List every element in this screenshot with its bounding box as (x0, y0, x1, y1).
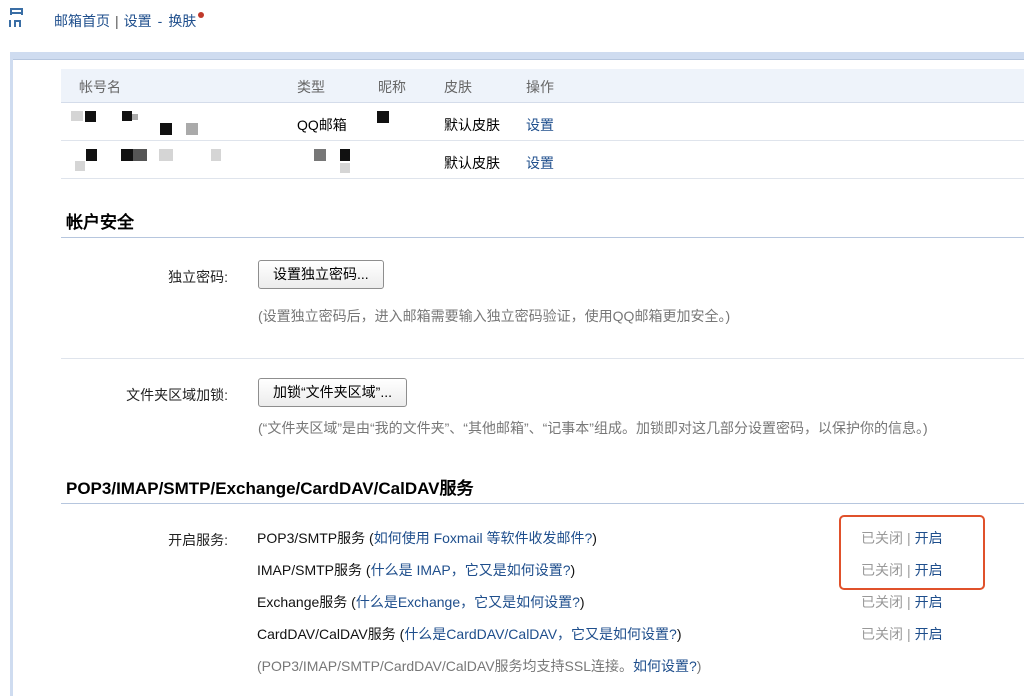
lock-folder-area-button[interactable]: 加锁“文件夹区域”... (258, 378, 407, 407)
section-divider (61, 237, 1024, 238)
paren-close: ) (579, 594, 585, 610)
enable-carddav-caldav-link[interactable]: 开启 (915, 626, 943, 642)
account-settings-link[interactable]: 设置 (526, 115, 554, 135)
account-settings-link[interactable]: 设置 (526, 153, 554, 173)
redacted-nickname (377, 111, 389, 123)
breadcrumb-separator: | (115, 13, 119, 29)
account-skin: 默认皮肤 (444, 117, 500, 133)
service-status: 已关闭 | 开启 (861, 624, 943, 644)
column-header-type: 类型 (297, 79, 325, 95)
status-separator: | (907, 594, 911, 610)
service-name: IMAP/SMTP服务 (257, 562, 363, 578)
column-header-nickname: 昵称 (378, 79, 406, 95)
accounts-table-header: 帐号名 类型 昵称 皮肤 操作 (61, 69, 1024, 103)
highlight-annotation-box (839, 515, 985, 590)
account-security-title: 帐户安全 (66, 213, 134, 232)
breadcrumb-settings-link[interactable]: 设置 (124, 13, 152, 29)
service-name: CardDAV/CalDAV服务 (257, 626, 396, 642)
enable-exchange-link[interactable]: 开启 (915, 594, 943, 610)
mail-logo-icon[interactable] (9, 8, 27, 28)
breadcrumb-dash: - (157, 13, 163, 29)
row-divider (61, 358, 1024, 359)
column-header-skin: 皮肤 (444, 79, 472, 95)
service-name: POP3/SMTP服务 (257, 530, 366, 546)
paren-close: ) (676, 626, 682, 642)
independent-password-note: (设置独立密码后，进入邮箱需要输入独立密码验证，使用QQ邮箱更加安全。) (258, 308, 731, 324)
status-closed: 已关闭 (861, 626, 903, 642)
set-independent-password-button[interactable]: 设置独立密码... (258, 260, 384, 289)
service-help-link[interactable]: 什么是CardDAV/CalDAV，它又是如何设置? (404, 626, 677, 642)
paren-open: ( (362, 562, 371, 578)
paren-close: ) (570, 562, 576, 578)
ssl-note-close: ) (696, 658, 702, 674)
service-help-link[interactable]: 什么是 IMAP，它又是如何设置? (371, 562, 571, 578)
breadcrumb-home-link[interactable]: 邮箱首页 (54, 13, 110, 29)
settings-panel: 帐号名 类型 昵称 皮肤 操作 QQ邮箱 默认皮肤 设置 默认皮肤 设置 帐户安… (13, 59, 1024, 696)
paren-open: ( (347, 594, 356, 610)
notification-dot-icon (198, 12, 205, 18)
folder-lock-note: (“文件夹区域”是由“我的文件夹”、“其他邮箱”、“记事本”组成。加锁即对这几部… (258, 420, 928, 436)
service-help-link[interactable]: 如何使用 Foxmail 等软件收发邮件? (374, 530, 593, 546)
table-row: 默认皮肤 设置 (61, 141, 1024, 179)
status-separator: | (907, 626, 911, 642)
service-help-link[interactable]: 什么是Exchange，它又是如何设置? (356, 594, 580, 610)
column-header-account: 帐号名 (79, 79, 121, 95)
folder-lock-label: 文件夹区域加锁: (126, 387, 228, 403)
paren-open: ( (365, 530, 374, 546)
status-closed: 已关闭 (861, 594, 903, 610)
breadcrumb-current: 换肤 (168, 13, 197, 29)
service-name: Exchange服务 (257, 594, 348, 610)
independent-password-label: 独立密码: (168, 269, 228, 285)
column-header-action: 操作 (526, 79, 554, 95)
accounts-table: 帐号名 类型 昵称 皮肤 操作 QQ邮箱 默认皮肤 设置 默认皮肤 设置 (61, 69, 1024, 179)
breadcrumb: 邮箱首页 | 设置 - 换肤 (54, 11, 205, 31)
table-row: QQ邮箱 默认皮肤 设置 (61, 103, 1024, 141)
service-carddav-caldav: CardDAV/CalDAV服务 (什么是CardDAV/CalDAV，它又是如… (257, 624, 682, 644)
service-pop3-smtp: POP3/SMTP服务 (如何使用 Foxmail 等软件收发邮件?) (257, 528, 597, 548)
top-bar: 邮箱首页 | 设置 - 换肤 (0, 0, 1024, 52)
ssl-note-text: (POP3/IMAP/SMTP/CardDAV/CalDAV服务均支持SSL连接… (257, 658, 633, 674)
services-title: POP3/IMAP/SMTP/Exchange/CardDAV/CalDAV服务 (66, 479, 474, 498)
ssl-how-to-link[interactable]: 如何设置? (633, 658, 697, 674)
service-imap-smtp: IMAP/SMTP服务 (什么是 IMAP，它又是如何设置?) (257, 560, 575, 580)
account-type: QQ邮箱 (297, 117, 347, 133)
service-exchange: Exchange服务 (什么是Exchange，它又是如何设置?) (257, 592, 585, 612)
service-status: 已关闭 | 开启 (861, 592, 943, 612)
enable-services-label: 开启服务: (168, 532, 228, 548)
paren-close: ) (592, 530, 597, 546)
settings-frame: 帐号名 类型 昵称 皮肤 操作 QQ邮箱 默认皮肤 设置 默认皮肤 设置 帐户安… (10, 52, 1024, 696)
account-skin: 默认皮肤 (444, 155, 500, 171)
ssl-note: (POP3/IMAP/SMTP/CardDAV/CalDAV服务均支持SSL连接… (257, 656, 701, 676)
section-divider (61, 503, 1024, 504)
